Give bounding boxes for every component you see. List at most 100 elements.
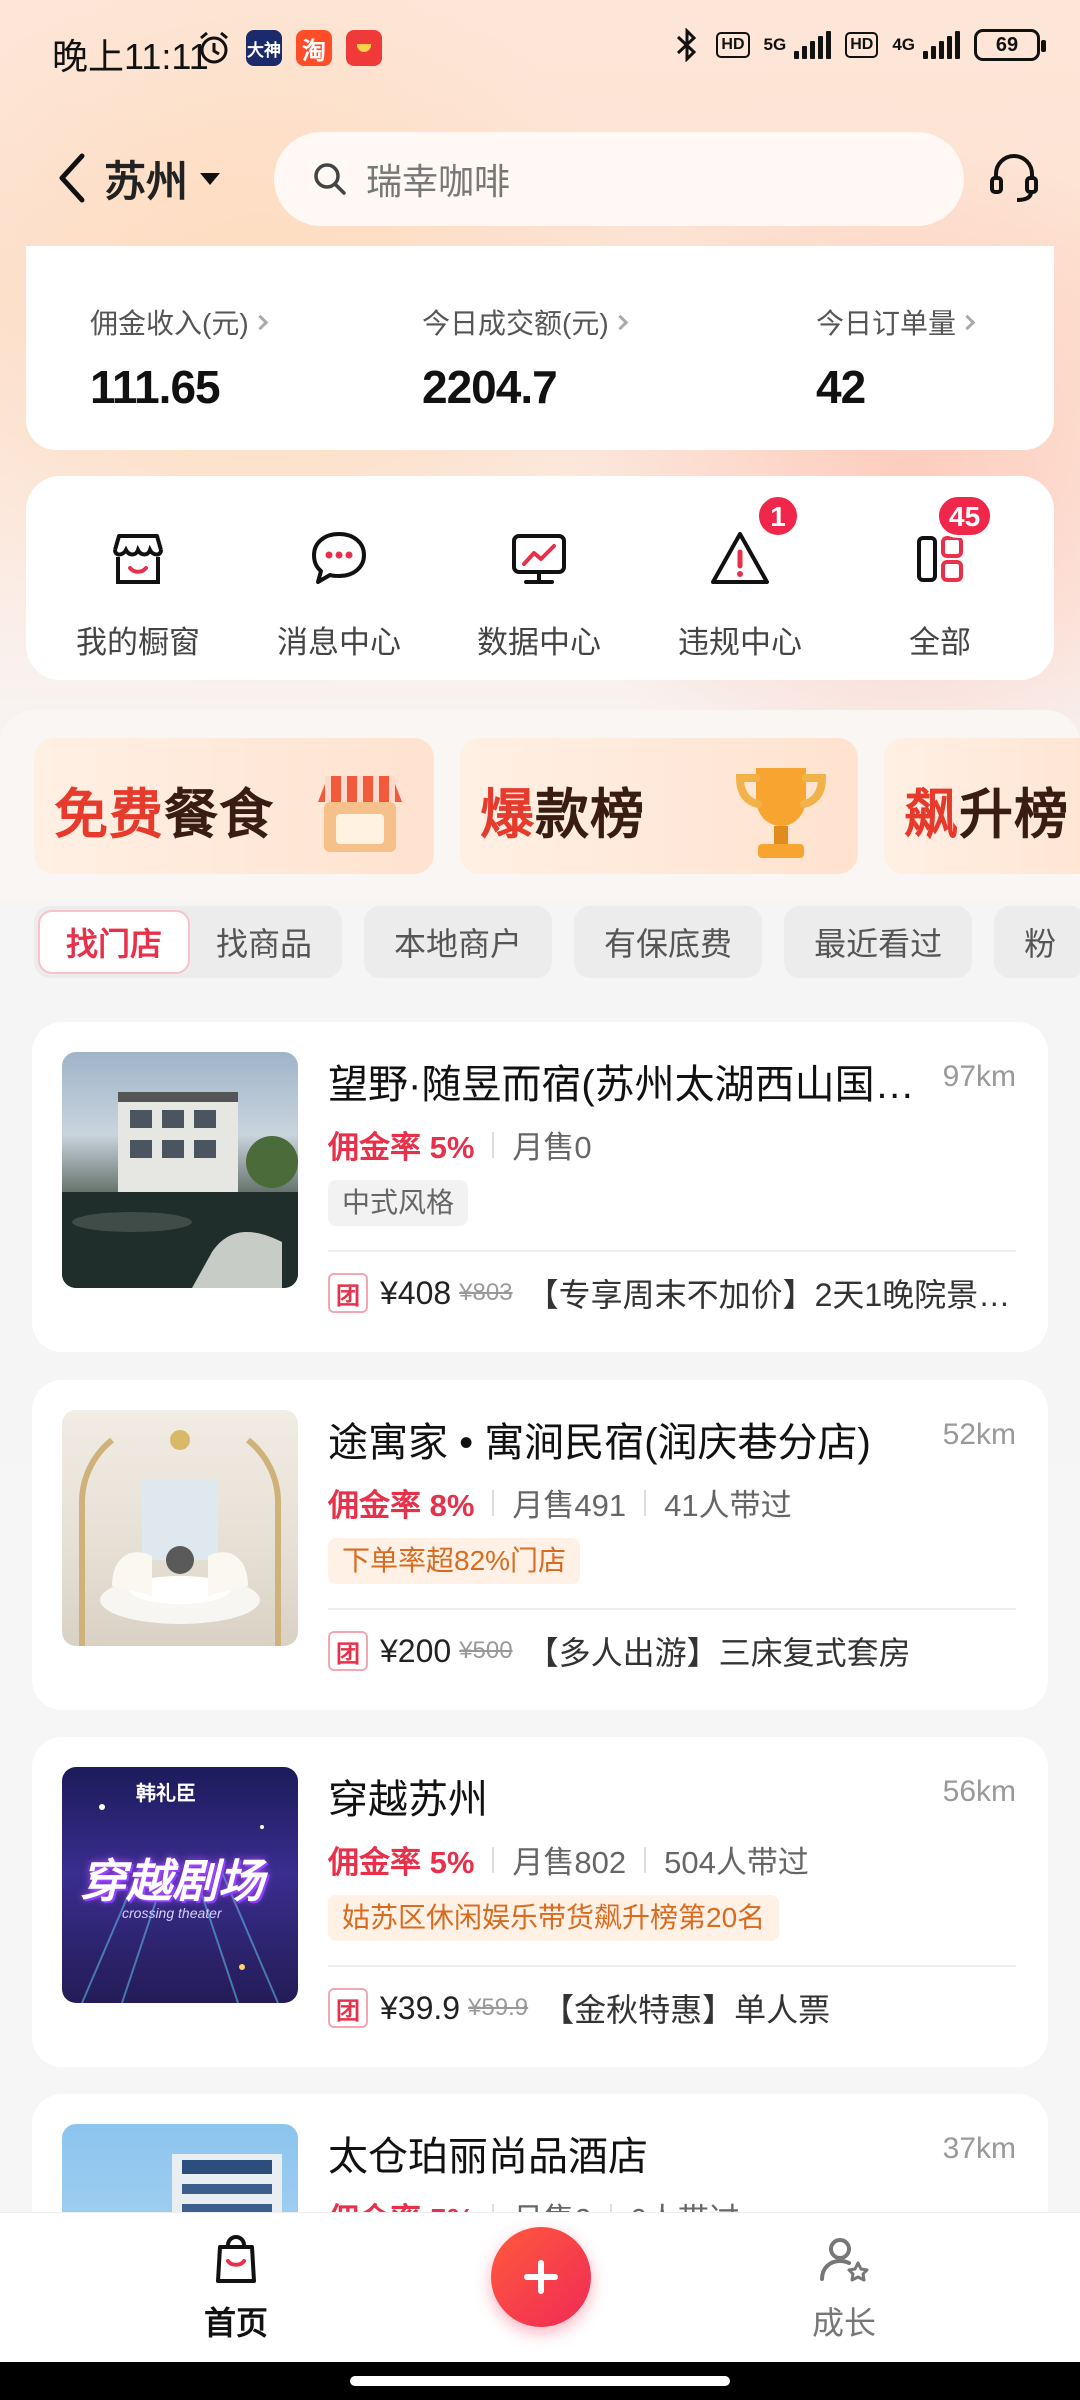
signal-icon-1 (794, 31, 832, 59)
trophy-icon (735, 768, 827, 858)
banner-title-rest: 升榜 (959, 785, 1069, 845)
menu-label: 全部 (909, 625, 971, 660)
shop-card[interactable]: 望野·随昱而宿(苏州太湖西山国际度假区店) 97km 佣金率 5% 月售0 中式… (32, 1022, 1048, 1352)
network-label-5g: 5G (763, 35, 787, 54)
nav-home[interactable]: 首页 (136, 2231, 336, 2344)
stat-gmv[interactable]: 今日成交额(元) 2204.7 (422, 302, 628, 414)
stat-value: 2204.7 (422, 361, 558, 413)
deal-title: 【多人出游】三床复式套房 (526, 1635, 911, 1671)
create-button[interactable] (491, 2227, 591, 2327)
stat-commission[interactable]: 佣金收入(元) 111.65 (90, 302, 268, 414)
search-input[interactable]: 瑞幸咖啡 (274, 132, 964, 226)
deal-title: 【专享周末不加价】2天1晚院景房套餐 (526, 1277, 1018, 1313)
nav-home-label: 首页 (203, 2305, 268, 2341)
shop-stall-icon (318, 776, 402, 852)
shopping-bag-icon (216, 2235, 256, 2283)
search-placeholder: 瑞幸咖啡 (366, 161, 511, 202)
menu-message-center[interactable]: 消息中心 (259, 524, 419, 662)
thumb-title: 穿越剧场 (80, 1855, 264, 1907)
original-price: ¥59.9 (468, 1994, 529, 2021)
filter-chip-row: 找门店 找商品 本地商户 有保底费 最近看过 粉 (34, 906, 1080, 982)
shop-card[interactable]: 途寓家 • 寓涧民宿(润庆巷分店) 52km 佣金率 8% 月售491 41人带… (32, 1380, 1048, 1710)
rank-banner-strip: 免费餐食 爆款榜 飙升榜 (0, 710, 1080, 900)
bottom-nav: 首页 成长 (0, 2212, 1080, 2362)
quick-menu: 我的橱窗 消息中心 数据中心 违规中心 1 全部 45 (26, 476, 1054, 680)
chip-guaranteed-fee[interactable]: 有保底费 (574, 906, 763, 978)
all-badge: 45 (936, 494, 994, 538)
shop-name: 太仓珀丽尚品酒店 (328, 2135, 648, 2179)
creator-count: 41人带过 (664, 1488, 792, 1523)
creator-count: 504人带过 (664, 1845, 809, 1880)
banner-rising-list[interactable]: 飙升榜 (884, 738, 1080, 874)
user-star-icon (820, 2238, 869, 2282)
status-time: 晚上11:11 (52, 36, 209, 77)
deal-row[interactable]: 团 ¥200 ¥500 【多人出游】三床复式套房 (328, 1628, 1018, 1674)
message-bubble-icon (312, 532, 366, 584)
nav-growth-label: 成长 (811, 2305, 876, 2341)
commission-rate: 佣金率 8% (328, 1488, 475, 1523)
thumb-subtitle: crossing theater (122, 1905, 222, 1921)
menu-data-center[interactable]: 数据中心 (459, 524, 619, 662)
deal-price: ¥200 (380, 1632, 452, 1669)
banner-title-prefix: 飙 (904, 785, 959, 845)
network-label-4g: 4G (892, 35, 915, 54)
banner-title-rest: 餐食 (164, 785, 274, 845)
stat-value: 42 (816, 361, 866, 413)
banner-title-rest: 款榜 (535, 785, 645, 845)
signal-icon-2 (923, 31, 960, 59)
shop-thumbnail: 韩礼臣 穿越剧场 crossing theater (62, 1767, 298, 2003)
deal-row[interactable]: 团 ¥39.9 ¥59.9 【金秋特惠】单人票 (328, 1985, 1018, 2031)
group-deal-badge: 团 (328, 1631, 368, 1671)
data-monitor-icon (512, 534, 566, 584)
city-selector[interactable]: 苏州 (104, 148, 221, 209)
chip-find-product[interactable]: 找商品 (190, 910, 338, 974)
banner-free-meal[interactable]: 免费餐食 (34, 738, 434, 874)
thumb-brand: 韩礼臣 (136, 1783, 196, 1805)
app-screen: 晚上11:11 大神 淘 HD 5G HD 4G 69 苏州 瑞幸咖啡 佣金收入… (0, 0, 1080, 2400)
monthly-sales: 月售802 (512, 1845, 627, 1880)
shop-distance: 97km (942, 1060, 1016, 1093)
chip-recently-viewed[interactable]: 最近看过 (784, 906, 973, 978)
stat-orders[interactable]: 今日订单量 42 (816, 302, 976, 414)
chevron-down-icon (200, 172, 221, 185)
menu-violation-center[interactable]: 违规中心 1 (660, 494, 820, 662)
shop-tag: 下单率超82%门店 (328, 1538, 581, 1584)
shop-name: 途寓家 • 寓涧民宿(润庆巷分店) (328, 1421, 871, 1465)
commission-rate: 佣金率 5% (328, 1130, 475, 1165)
search-icon (314, 163, 346, 195)
plus-icon (524, 2260, 558, 2294)
menu-my-showcase[interactable]: 我的橱窗 (58, 524, 218, 662)
shop-name: 望野·随昱而宿(苏州太湖西山国际度假区店) (328, 1063, 948, 1107)
shop-name: 穿越苏州 (328, 1778, 488, 1822)
deal-price: ¥408 (380, 1274, 452, 1311)
group-deal-badge: 团 (328, 1273, 368, 1313)
chip-fans[interactable]: 粉 (994, 906, 1080, 978)
taobao-app-icon: 淘 (296, 30, 332, 66)
nav-growth[interactable]: 成长 (744, 2231, 944, 2344)
city-name: 苏州 (104, 158, 189, 205)
banner-hot-list[interactable]: 爆款榜 (460, 738, 858, 874)
original-price: ¥803 (459, 1279, 513, 1306)
customer-service-icon[interactable] (986, 150, 1042, 206)
chip-local-merchant[interactable]: 本地商户 (364, 906, 553, 978)
chip-find-store[interactable]: 找门店 (38, 910, 191, 974)
group-deal-badge: 团 (328, 1988, 368, 2028)
stat-label: 佣金收入(元) (90, 308, 249, 339)
warning-triangle-icon (711, 532, 769, 584)
banner-title-prefix: 免费 (54, 785, 164, 845)
shop-card[interactable]: 韩礼臣 穿越剧场 crossing theater 穿越苏州 56km 佣金率 … (32, 1737, 1048, 2067)
menu-label: 违规中心 (678, 625, 802, 660)
shop-distance: 52km (942, 1418, 1016, 1451)
original-price: ¥500 (459, 1637, 513, 1664)
chevron-right-icon (612, 314, 628, 330)
back-arrow-icon[interactable] (52, 150, 92, 206)
banner-title-prefix: 爆 (480, 785, 535, 845)
deal-row[interactable]: 团 ¥408 ¥803 【专享周末不加价】2天1晚院景房套餐 (328, 1270, 1018, 1316)
search-mode-toggle: 找门店 找商品 (34, 906, 343, 978)
stat-value: 111.65 (90, 361, 221, 413)
alarm-icon (200, 31, 228, 64)
deal-title: 【金秋特惠】单人票 (542, 1992, 831, 2028)
shop-distance: 37km (942, 2132, 1016, 2165)
menu-all[interactable]: 全部 45 (860, 494, 1020, 662)
monthly-sales: 月售491 (512, 1488, 627, 1523)
